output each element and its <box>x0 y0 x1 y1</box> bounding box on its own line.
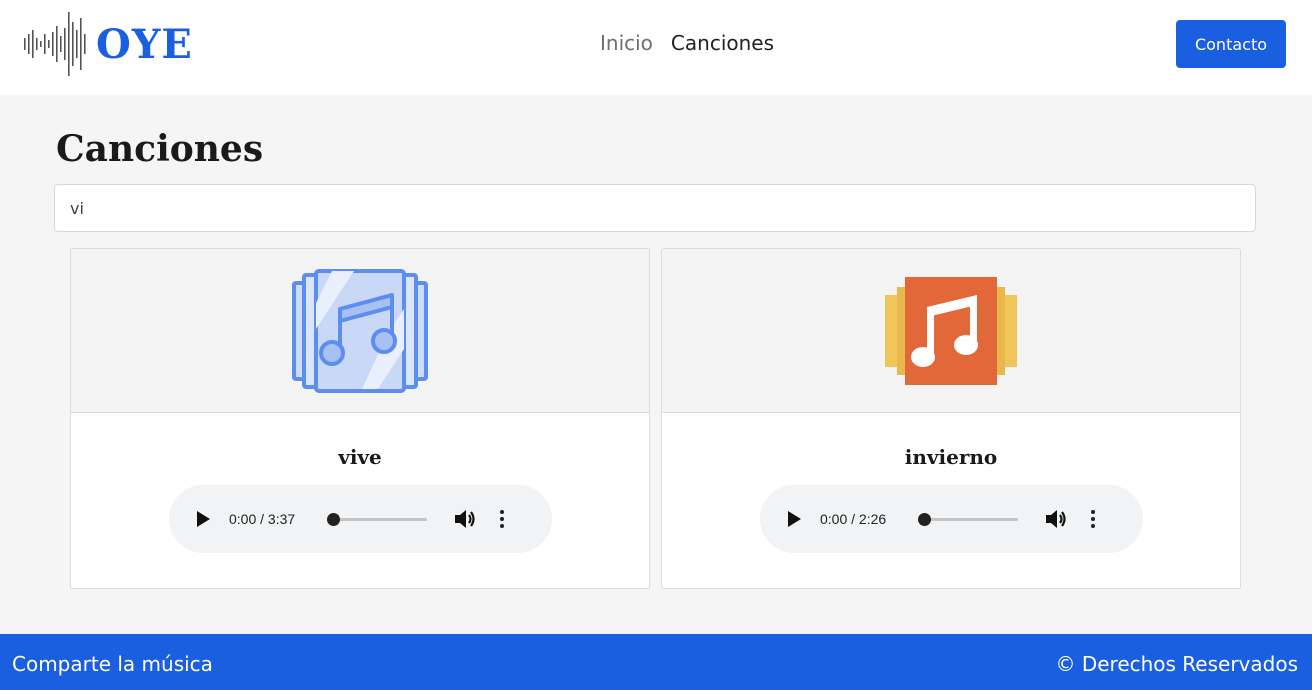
song-cover <box>662 249 1240 413</box>
navbar: OYE Inicio Canciones Contacto <box>0 0 1312 95</box>
progress-thumb[interactable] <box>327 513 340 526</box>
more-options-icon[interactable] <box>497 508 507 530</box>
page-title: Canciones <box>56 128 264 170</box>
music-album-orange-icon <box>885 276 1017 385</box>
brand-logo[interactable]: OYE <box>22 8 193 80</box>
play-icon[interactable] <box>786 509 806 529</box>
volume-icon[interactable] <box>453 508 479 530</box>
progress-thumb[interactable] <box>918 513 931 526</box>
footer: Comparte la música © Derechos Reservados <box>0 634 1312 690</box>
audio-progress-slider[interactable] <box>327 509 427 529</box>
play-icon[interactable] <box>195 509 215 529</box>
footer-tagline: Comparte la música <box>12 652 213 676</box>
progress-track <box>918 518 1018 521</box>
progress-track <box>327 518 427 521</box>
nav-link-inicio[interactable]: Inicio <box>600 31 653 55</box>
song-card: invierno 0:00 / 2:26 <box>661 248 1241 589</box>
contact-button[interactable]: Contacto <box>1176 20 1286 68</box>
song-cover <box>71 249 649 413</box>
main-nav: Inicio Canciones <box>600 31 774 55</box>
song-title: invierno <box>904 445 998 469</box>
audio-time: 0:00 / 2:26 <box>820 511 887 527</box>
song-title: vive <box>338 445 382 469</box>
song-card: vive 0:00 / 3:37 <box>70 248 650 589</box>
audio-time: 0:00 / 3:37 <box>229 511 296 527</box>
audio-progress-slider[interactable] <box>918 509 1018 529</box>
brand-name: OYE <box>96 20 193 68</box>
nav-link-canciones[interactable]: Canciones <box>671 31 774 55</box>
footer-copyright: © Derechos Reservados <box>1055 652 1298 676</box>
audio-player: 0:00 / 3:37 <box>169 485 552 553</box>
volume-icon[interactable] <box>1044 508 1070 530</box>
audio-player: 0:00 / 2:26 <box>760 485 1143 553</box>
sound-wave-icon <box>24 12 86 76</box>
search-input[interactable] <box>54 184 1256 232</box>
more-options-icon[interactable] <box>1088 508 1098 530</box>
music-album-blue-icon <box>292 268 428 393</box>
